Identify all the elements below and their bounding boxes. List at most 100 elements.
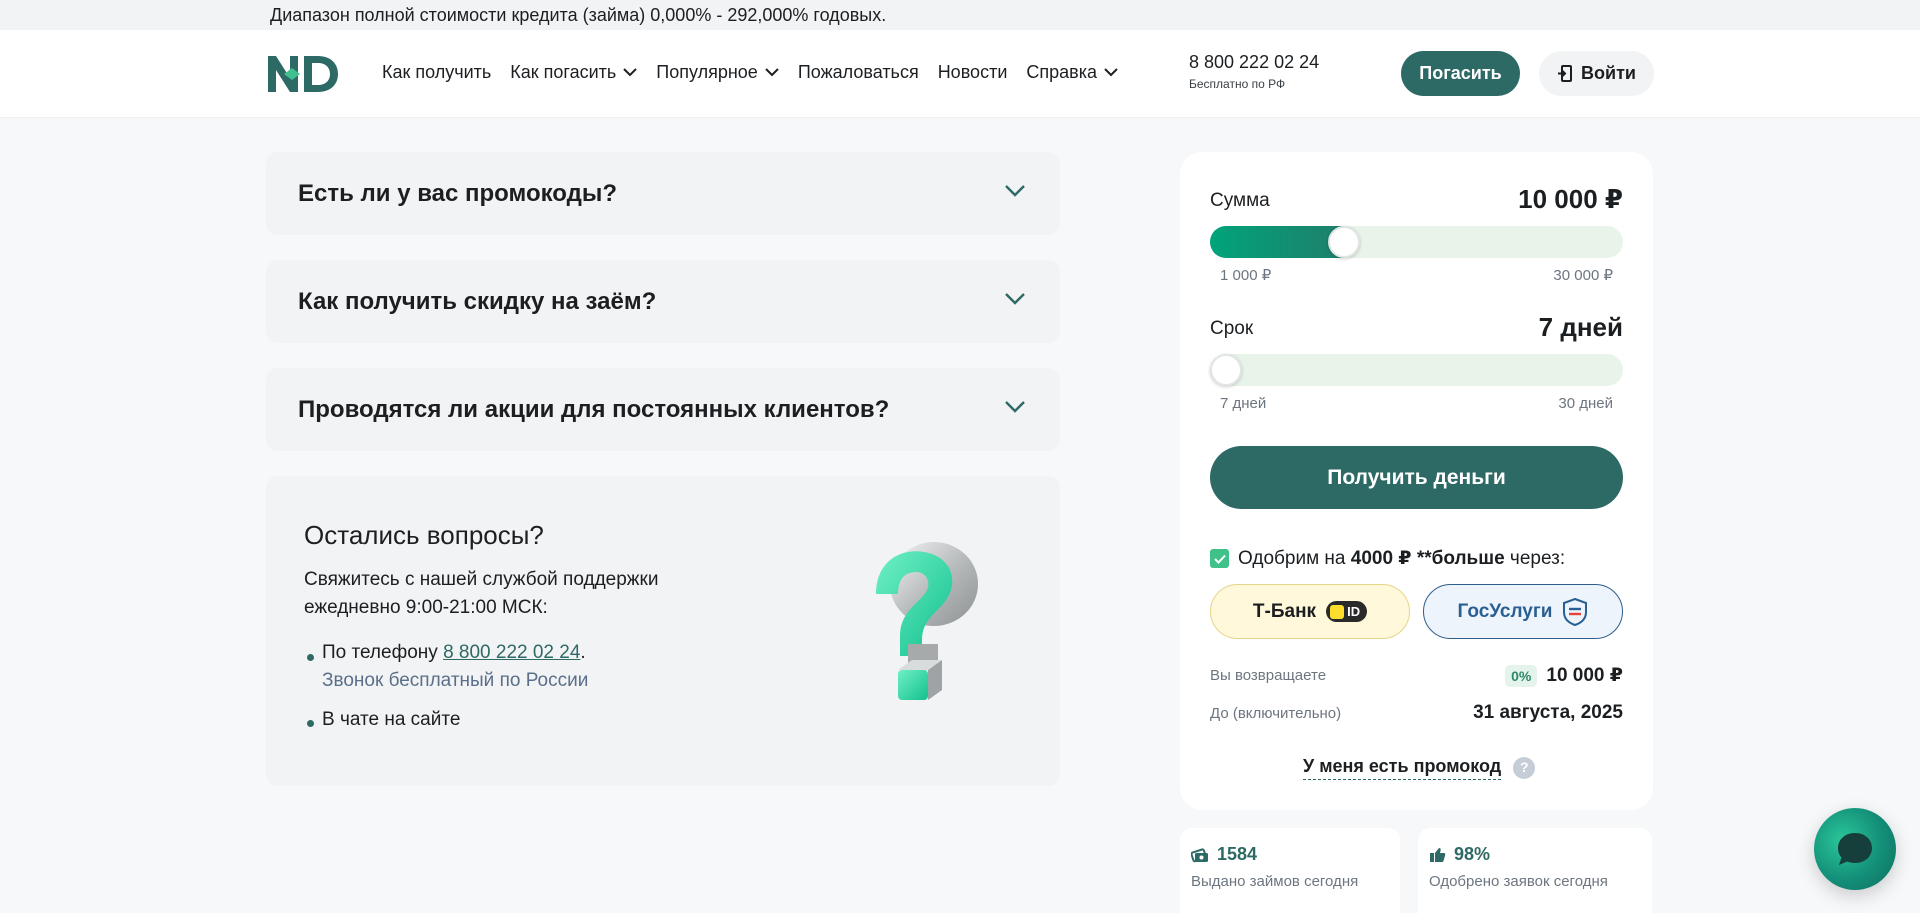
chevron-down-icon bbox=[765, 68, 779, 77]
chevron-down-icon bbox=[1005, 293, 1025, 305]
chat-bubble-icon bbox=[1838, 833, 1872, 865]
sum-slider-fill bbox=[1210, 226, 1344, 258]
thumbs-up-icon bbox=[1430, 847, 1446, 862]
approve-more: **больше bbox=[1411, 548, 1505, 569]
stat-caption: Одобрено заявок сегодня bbox=[1429, 873, 1608, 890]
support-chat-item: В чате на сайте bbox=[322, 709, 461, 730]
bullet bbox=[307, 654, 314, 661]
term-label: Срок bbox=[1210, 318, 1254, 339]
nav-how-to-get[interactable]: Как получить bbox=[382, 62, 491, 83]
nav-label: Пожаловаться bbox=[797, 62, 919, 82]
chevron-down-icon bbox=[1104, 68, 1118, 77]
promo-code-link[interactable]: У меня есть промокод bbox=[1303, 756, 1502, 780]
chevron-down-icon bbox=[1005, 185, 1025, 197]
tbank-id-icon: ID bbox=[1326, 601, 1368, 622]
main-nav: Как получить Как погасить Популярное Пож… bbox=[382, 62, 1118, 83]
bullet bbox=[307, 720, 314, 727]
tbank-badge: ID bbox=[1347, 604, 1361, 619]
chevron-down-icon bbox=[623, 68, 638, 77]
question-mark-illustration bbox=[876, 542, 978, 700]
site-header: Как получить Как погасить Популярное Пож… bbox=[0, 30, 1920, 118]
return-value-row: 0% 10 000 ₽ bbox=[1505, 664, 1623, 687]
stat-value-row: 98% bbox=[1429, 844, 1490, 865]
sum-range: 1 000 ₽ 30 000 ₽ bbox=[1220, 266, 1613, 284]
nav-label: Популярное bbox=[656, 62, 758, 82]
stat-caption: Выдано займов сегодня bbox=[1191, 873, 1359, 890]
faq-item[interactable]: Есть ли у вас промокоды? bbox=[266, 152, 1060, 235]
stat-value: 1584 bbox=[1217, 844, 1258, 864]
term-min: 7 дней bbox=[1220, 395, 1267, 412]
sum-max: 30 000 ₽ bbox=[1553, 267, 1613, 284]
tbank-button[interactable]: Т-Банк ID bbox=[1210, 584, 1410, 639]
stat-loans-issued: 1584 Выдано займов сегодня bbox=[1180, 828, 1400, 913]
phone-note: Бесплатно по РФ bbox=[1189, 77, 1286, 91]
money-icon bbox=[1191, 847, 1208, 862]
brand-logo[interactable] bbox=[266, 54, 340, 94]
approve-amount: 4000 ₽ bbox=[1350, 548, 1412, 569]
approve-post: через: bbox=[1504, 548, 1566, 569]
credit-cost-bar: Диапазон полной стоимости кредита (займа… bbox=[0, 0, 1920, 30]
help-icon[interactable]: ? bbox=[1513, 757, 1536, 779]
sum-slider[interactable] bbox=[1210, 226, 1623, 258]
phone-number[interactable]: 8 800 222 02 24 bbox=[1189, 52, 1319, 73]
nav-help[interactable]: Справка bbox=[1026, 62, 1118, 83]
gosuslugi-emblem-icon bbox=[1563, 597, 1588, 626]
term-max: 30 дней bbox=[1558, 395, 1613, 412]
support-description: Свяжитесь с нашей службой поддержки ежед… bbox=[304, 569, 659, 618]
pay-label: Погасить bbox=[1419, 63, 1502, 83]
sum-label: Сумма bbox=[1210, 190, 1270, 211]
support-phone-link[interactable]: 8 800 222 02 24 bbox=[443, 642, 580, 663]
support-phone-item: По телефону 8 800 222 02 24. bbox=[322, 642, 586, 664]
approve-pre: Одобрим на bbox=[1238, 548, 1351, 569]
get-money-button[interactable]: Получить деньги bbox=[1210, 446, 1623, 509]
stat-value: 98% bbox=[1454, 844, 1491, 864]
gosuslugi-button[interactable]: ГосУслуги bbox=[1423, 584, 1623, 639]
header-phone: 8 800 222 02 24 Бесплатно по РФ bbox=[1189, 52, 1319, 91]
nav-news[interactable]: Новости bbox=[938, 62, 1008, 83]
faq-item[interactable]: Как получить скидку на заём? bbox=[266, 260, 1060, 343]
login-button[interactable]: Войти bbox=[1539, 51, 1654, 96]
sum-slider-handle[interactable] bbox=[1328, 226, 1360, 258]
nav-how-to-repay[interactable]: Как погасить bbox=[510, 62, 638, 83]
nav-popular[interactable]: Популярное bbox=[656, 62, 779, 83]
percent-badge: 0% bbox=[1505, 664, 1538, 687]
support-title: Остались вопросы? bbox=[304, 520, 544, 550]
approve-text: Одобрим на 4000 ₽ **больше через: bbox=[1238, 547, 1565, 570]
pay-button[interactable]: Погасить bbox=[1401, 51, 1520, 96]
term-range: 7 дней 30 дней bbox=[1220, 395, 1613, 412]
credit-cost-text: Диапазон полной стоимости кредита (займа… bbox=[270, 5, 887, 25]
term-slider[interactable] bbox=[1210, 354, 1623, 386]
faq-item[interactable]: Проводятся ли акции для постоянных клиен… bbox=[266, 368, 1060, 451]
get-money-label: Получить деньги bbox=[1327, 465, 1506, 489]
login-icon bbox=[1558, 65, 1573, 82]
sum-min: 1 000 ₽ bbox=[1220, 267, 1272, 284]
phone-prefix: По телефону bbox=[322, 642, 444, 663]
stat-approval-rate: 98% Одобрено заявок сегодня bbox=[1418, 828, 1652, 913]
until-value: 31 августа, 2025 bbox=[1473, 702, 1623, 723]
nav-label: Как получить bbox=[382, 62, 492, 82]
chevron-down-icon bbox=[1005, 401, 1025, 413]
phone-suffix: . bbox=[580, 642, 586, 663]
until-label: До (включительно) bbox=[1210, 705, 1342, 722]
sum-value: 10 000 ₽ bbox=[1518, 184, 1623, 214]
return-value: 10 000 ₽ bbox=[1546, 665, 1623, 686]
faq-question: Есть ли у вас промокоды? bbox=[298, 180, 618, 207]
chat-button[interactable] bbox=[1814, 808, 1896, 890]
return-label: Вы возвращаете bbox=[1210, 667, 1327, 684]
faq-question: Как получить скидку на заём? bbox=[298, 288, 657, 315]
support-phone-note: Звонок бесплатный по России bbox=[322, 670, 589, 691]
approve-more-row: Одобрим на 4000 ₽ **больше через: bbox=[1210, 547, 1565, 570]
promo-code-row: У меня есть промокод ? bbox=[1303, 756, 1536, 780]
nav-label: Новости bbox=[937, 62, 1008, 82]
stat-value-row: 1584 bbox=[1191, 844, 1257, 865]
term-value: 7 дней bbox=[1538, 312, 1623, 342]
gosuslugi-label: ГосУслуги bbox=[1457, 600, 1553, 622]
faq-question: Проводятся ли акции для постоянных клиен… bbox=[298, 396, 890, 423]
loan-calculator: Сумма 10 000 ₽ 1 000 ₽ 30 000 ₽ Срок 7 д… bbox=[1180, 152, 1653, 810]
checkbox-checked-icon[interactable] bbox=[1210, 549, 1229, 568]
nav-complain[interactable]: Пожаловаться bbox=[798, 62, 919, 83]
term-slider-handle[interactable] bbox=[1210, 354, 1242, 386]
nav-label: Как погасить bbox=[510, 62, 617, 82]
nav-label: Справка bbox=[1026, 62, 1097, 82]
support-card: Остались вопросы? Свяжитесь с нашей служ… bbox=[266, 476, 1060, 786]
